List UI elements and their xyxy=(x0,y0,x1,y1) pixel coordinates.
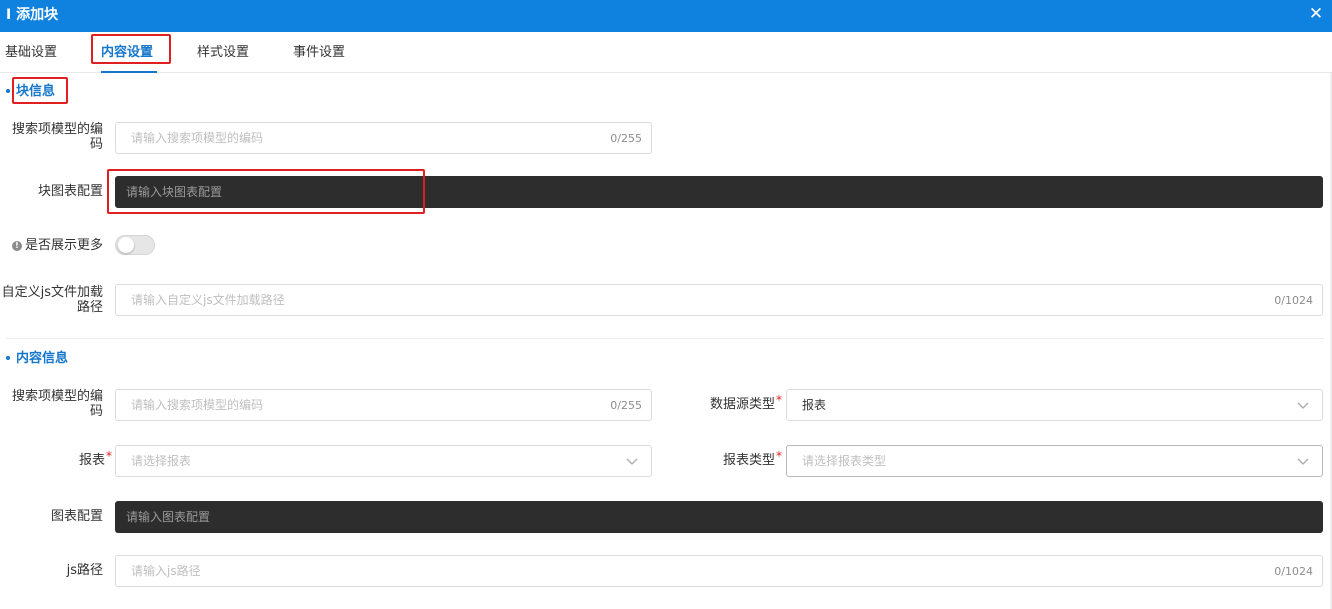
char-counter: 0/1024 xyxy=(1274,294,1313,307)
data-source-type-select[interactable]: 报表 xyxy=(786,389,1323,421)
show-more-label: 是否展示更多 xyxy=(24,238,103,253)
close-icon[interactable]: ✕ xyxy=(1308,4,1324,24)
tab-basic-settings[interactable]: 基础设置 xyxy=(5,44,57,62)
report-type-select[interactable]: 请选择报表类型 xyxy=(786,445,1323,477)
select-placeholder: 请选择报表 xyxy=(131,454,192,468)
chevron-down-icon xyxy=(626,458,638,465)
char-counter: 0/255 xyxy=(610,399,642,412)
editor-placeholder: 请输入块图表配置 xyxy=(126,185,223,199)
select-value: 报表 xyxy=(802,398,827,412)
select-placeholder: 请选择报表类型 xyxy=(802,454,887,468)
input-placeholder: 请输入js路径 xyxy=(131,564,201,578)
field-label: 图表配置 xyxy=(50,509,103,524)
active-tab-indicator xyxy=(101,71,157,73)
field-label-report: 报表* xyxy=(0,449,112,468)
field-label: 搜索项模型的编码 xyxy=(11,389,103,419)
field-label-show-more: ! 是否展示更多 xyxy=(0,238,103,253)
required-mark: * xyxy=(106,449,112,463)
editor-placeholder: 请输入图表配置 xyxy=(126,510,211,524)
section-divider xyxy=(6,338,1324,339)
search-model-code-input[interactable]: 请输入搜索项模型的编码 0/255 xyxy=(115,122,652,154)
input-placeholder: 请输入搜索项模型的编码 xyxy=(131,398,264,412)
section-title: 块信息 xyxy=(16,84,56,99)
chart-config-editor[interactable]: 请输入图表配置 xyxy=(115,501,1323,533)
tab-bar: 基础设置 内容设置 样式设置 事件设置 xyxy=(0,32,1332,73)
chevron-down-icon xyxy=(1297,458,1309,465)
block-chart-config-editor[interactable]: 请输入块图表配置 xyxy=(115,176,1323,208)
section-block-info: 块信息 xyxy=(6,83,55,101)
field-label-data-source-type: 数据源类型* xyxy=(660,393,782,412)
content-search-model-code-input[interactable]: 请输入搜索项模型的编码 0/255 xyxy=(115,389,652,421)
field-label: 自定义js文件加载路径 xyxy=(1,285,103,315)
section-dot-icon xyxy=(6,88,10,93)
dialog-title: I 添加块 xyxy=(6,7,59,23)
required-mark: * xyxy=(776,393,782,407)
field-label: 块图表配置 xyxy=(37,184,103,199)
section-title: 内容信息 xyxy=(16,351,69,366)
custom-js-path-input[interactable]: 请输入自定义js文件加载路径 0/1024 xyxy=(115,284,1323,316)
info-icon: ! xyxy=(11,241,22,251)
char-counter: 0/1024 xyxy=(1274,565,1313,578)
report-type-label: 报表类型 xyxy=(722,453,775,468)
data-source-type-label: 数据源类型 xyxy=(709,397,775,412)
dialog-titlebar: I 添加块 ✕ xyxy=(0,0,1332,32)
js-path-input[interactable]: 请输入js路径 0/1024 xyxy=(115,555,1323,587)
section-content-info: 内容信息 xyxy=(6,350,68,368)
tab-event-settings[interactable]: 事件设置 xyxy=(293,44,345,62)
toggle-knob xyxy=(118,237,134,253)
input-placeholder: 请输入自定义js文件加载路径 xyxy=(131,293,285,307)
char-counter: 0/255 xyxy=(610,132,642,145)
field-label: js路径 xyxy=(66,563,103,578)
chevron-down-icon xyxy=(1297,402,1309,409)
field-label-report-type: 报表类型* xyxy=(660,449,782,468)
input-placeholder: 请输入搜索项模型的编码 xyxy=(131,131,264,145)
report-label: 报表 xyxy=(78,453,105,468)
required-mark: * xyxy=(776,449,782,463)
tab-style-settings[interactable]: 样式设置 xyxy=(197,44,249,62)
field-label: 搜索项模型的编码 xyxy=(11,122,103,152)
tab-content-settings[interactable]: 内容设置 xyxy=(101,44,153,62)
report-select[interactable]: 请选择报表 xyxy=(115,445,652,477)
section-dot-icon xyxy=(6,355,10,360)
show-more-toggle[interactable] xyxy=(115,235,155,255)
